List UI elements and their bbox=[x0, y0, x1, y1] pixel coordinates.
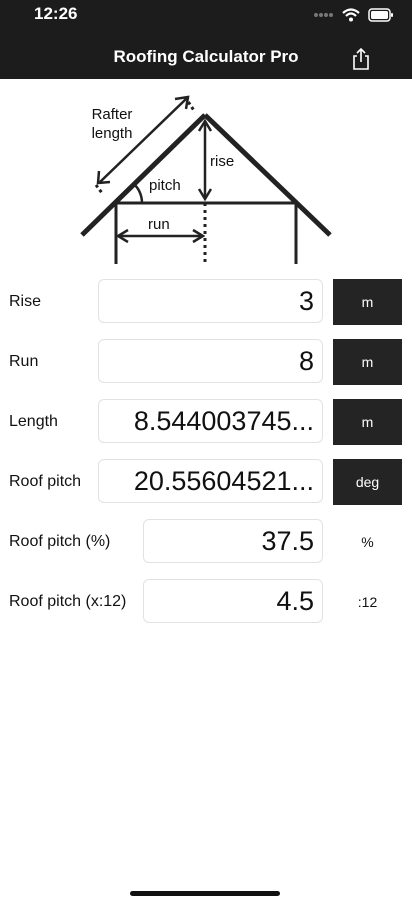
roof-pitch-row: Roof pitch 20.55604521... deg bbox=[0, 459, 412, 505]
rise-row: Rise 3 m bbox=[0, 279, 412, 325]
share-icon bbox=[353, 47, 369, 70]
wifi-icon bbox=[342, 8, 360, 22]
status-time: 12:26 bbox=[34, 4, 78, 23]
rafter-label-line2: length bbox=[92, 125, 133, 142]
run-label: run bbox=[148, 216, 170, 233]
rise-label: rise bbox=[210, 153, 234, 170]
roof-pitch-x12-unit: :12 bbox=[357, 594, 378, 610]
share-button[interactable] bbox=[350, 47, 372, 71]
length-unit-button[interactable]: m bbox=[333, 399, 402, 445]
run-label: Run bbox=[9, 353, 39, 370]
roof-pitch-x12-input[interactable]: 4.5 bbox=[143, 579, 323, 623]
pitch-label: pitch bbox=[149, 177, 181, 194]
roof-pitch-percent-label: Roof pitch (%) bbox=[9, 533, 111, 550]
rise-input[interactable]: 3 bbox=[98, 279, 323, 323]
rafter-label-line1: Rafter bbox=[92, 106, 133, 123]
roof-pitch-percent-unit: % bbox=[361, 534, 374, 550]
signal-dots-icon bbox=[314, 13, 333, 17]
length-row: Length 8.544003745... m bbox=[0, 399, 412, 445]
roof-pitch-input[interactable]: 20.55604521... bbox=[98, 459, 323, 503]
length-label: Length bbox=[9, 413, 58, 430]
roof-pitch-x12-row: Roof pitch (x:12) 4.5 :12 bbox=[0, 579, 412, 625]
roof-diagram: Rafter length rise pitch run bbox=[80, 95, 332, 264]
run-input[interactable]: 8 bbox=[98, 339, 323, 383]
roof-pitch-x12-label: Roof pitch (x:12) bbox=[9, 593, 127, 610]
roof-pitch-unit-button[interactable]: deg bbox=[333, 459, 402, 505]
navigation-bar: 12:26 Roofing Calculator Pro bbox=[0, 0, 412, 79]
run-row: Run 8 m bbox=[0, 339, 412, 385]
home-indicator[interactable] bbox=[130, 891, 280, 896]
run-unit-button[interactable]: m bbox=[333, 339, 402, 385]
battery-icon bbox=[368, 8, 393, 22]
status-icons bbox=[314, 6, 394, 24]
rise-unit-button[interactable]: m bbox=[333, 279, 402, 325]
roof-pitch-percent-input[interactable]: 37.5 bbox=[143, 519, 323, 563]
roof-pitch-label: Roof pitch bbox=[9, 473, 82, 490]
rise-label: Rise bbox=[9, 293, 42, 310]
length-input[interactable]: 8.544003745... bbox=[98, 399, 323, 443]
roof-pitch-percent-row: Roof pitch (%) 37.5 % bbox=[0, 519, 412, 565]
